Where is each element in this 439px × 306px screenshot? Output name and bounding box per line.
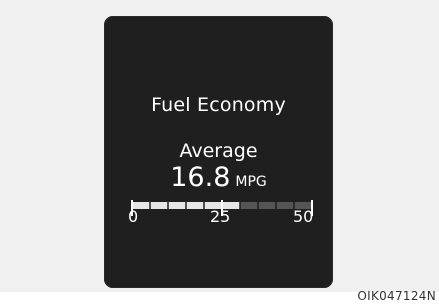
gauge-max-label: 50 xyxy=(293,207,314,226)
gauge-mid-label: 25 xyxy=(210,207,231,226)
figure-code: OIK047124N xyxy=(357,289,436,303)
gauge-segment-lit xyxy=(186,202,204,209)
figure: Fuel Economy Average 16.8 MPG 0 25 50 OIK… xyxy=(0,0,439,306)
display-title: Fuel Economy xyxy=(151,94,286,116)
fuel-economy-value: 16.8 xyxy=(170,162,231,193)
gauge-segment-unlit xyxy=(258,202,276,209)
gauge-min-label: 0 xyxy=(128,207,139,226)
fuel-economy-reading: 16.8 MPG xyxy=(104,162,333,193)
gauge-segment-lit xyxy=(150,202,168,209)
mode-label: Average xyxy=(179,140,258,162)
gauge-segment-unlit xyxy=(240,202,258,209)
gauge-segment-lit xyxy=(168,202,186,209)
fuel-economy-unit: MPG xyxy=(235,174,267,190)
cluster-display: Fuel Economy Average 16.8 MPG 0 25 50 xyxy=(104,16,333,288)
gauge-segment-unlit xyxy=(276,202,294,209)
